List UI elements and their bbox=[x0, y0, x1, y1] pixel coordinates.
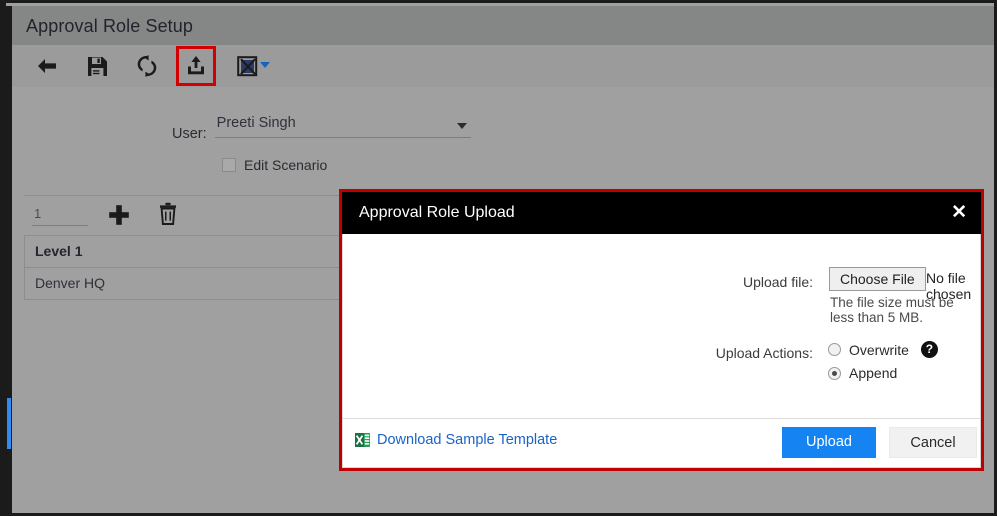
edit-scenario-checkbox[interactable] bbox=[222, 158, 236, 172]
delete-row-button[interactable] bbox=[156, 202, 184, 230]
row-count-input[interactable]: 1 bbox=[32, 206, 88, 226]
upload-button[interactable] bbox=[176, 46, 216, 86]
approval-role-upload-dialog: Approval Role Upload ✕ Upload file: Choo… bbox=[342, 192, 981, 468]
radio-option-overwrite[interactable]: Overwrite ? bbox=[828, 341, 938, 358]
back-button[interactable] bbox=[28, 49, 66, 83]
refresh-button[interactable] bbox=[128, 49, 166, 83]
toolbar bbox=[12, 45, 994, 87]
upload-icon bbox=[188, 56, 204, 75]
append-radio[interactable] bbox=[828, 366, 841, 380]
download-sample-template[interactable]: Download Sample Template bbox=[355, 432, 557, 448]
excel-file-icon-glyph bbox=[355, 433, 370, 447]
window-title-bar: Approval Role Setup bbox=[12, 6, 994, 45]
edit-scenario-row[interactable]: Edit Scenario bbox=[222, 157, 327, 173]
download-sample-template-link[interactable]: Download Sample Template bbox=[377, 432, 557, 448]
trash-icon bbox=[160, 202, 176, 225]
save-icon bbox=[87, 56, 107, 76]
excel-export-chevron-down-icon[interactable] bbox=[260, 62, 270, 68]
dialog-cancel-button[interactable]: Cancel bbox=[889, 427, 977, 458]
user-field-row: User: Preeti Singh bbox=[172, 115, 471, 142]
save-button[interactable] bbox=[78, 49, 116, 83]
dialog-title-bar: Approval Role Upload ✕ bbox=[342, 192, 981, 234]
back-icon bbox=[38, 59, 56, 73]
user-select-value: Preeti Singh bbox=[216, 115, 296, 131]
dialog-body: Upload file: Choose File No file chosen … bbox=[342, 234, 981, 418]
dialog-footer: Download Sample Template Upload Cancel bbox=[342, 418, 981, 468]
upload-file-label: Upload file: bbox=[742, 274, 813, 290]
append-label: Append bbox=[849, 365, 898, 381]
excel-file-icon bbox=[355, 432, 370, 448]
refresh-icon bbox=[137, 55, 157, 77]
help-icon[interactable]: ? bbox=[920, 341, 938, 358]
upload-actions-label: Upload Actions: bbox=[715, 345, 813, 361]
dialog-title: Approval Role Upload bbox=[359, 204, 515, 221]
plus-icon bbox=[109, 205, 129, 225]
chevron-down-icon bbox=[456, 123, 467, 129]
overwrite-radio[interactable] bbox=[828, 343, 841, 356]
dialog-upload-button[interactable]: Upload bbox=[782, 427, 876, 458]
add-row-button[interactable] bbox=[106, 202, 134, 230]
application-window: Approval Role Setup User: Preeti Singh E… bbox=[0, 0, 997, 516]
close-icon[interactable]: ✕ bbox=[951, 203, 967, 222]
edit-scenario-label: Edit Scenario bbox=[244, 157, 328, 173]
page-title: Approval Role Setup bbox=[26, 16, 194, 36]
vertical-scrollbar[interactable] bbox=[6, 6, 12, 513]
excel-export-icon bbox=[236, 55, 257, 76]
user-label: User: bbox=[172, 126, 207, 142]
radio-option-append[interactable]: Append bbox=[828, 365, 897, 381]
choose-file-button[interactable]: Choose File bbox=[829, 267, 926, 291]
file-size-hint: The file size must be less than 5 MB. bbox=[830, 295, 954, 325]
overwrite-label: Overwrite bbox=[849, 341, 909, 358]
user-select[interactable]: Preeti Singh bbox=[214, 115, 471, 138]
vertical-scrollbar-thumb[interactable] bbox=[7, 398, 11, 449]
